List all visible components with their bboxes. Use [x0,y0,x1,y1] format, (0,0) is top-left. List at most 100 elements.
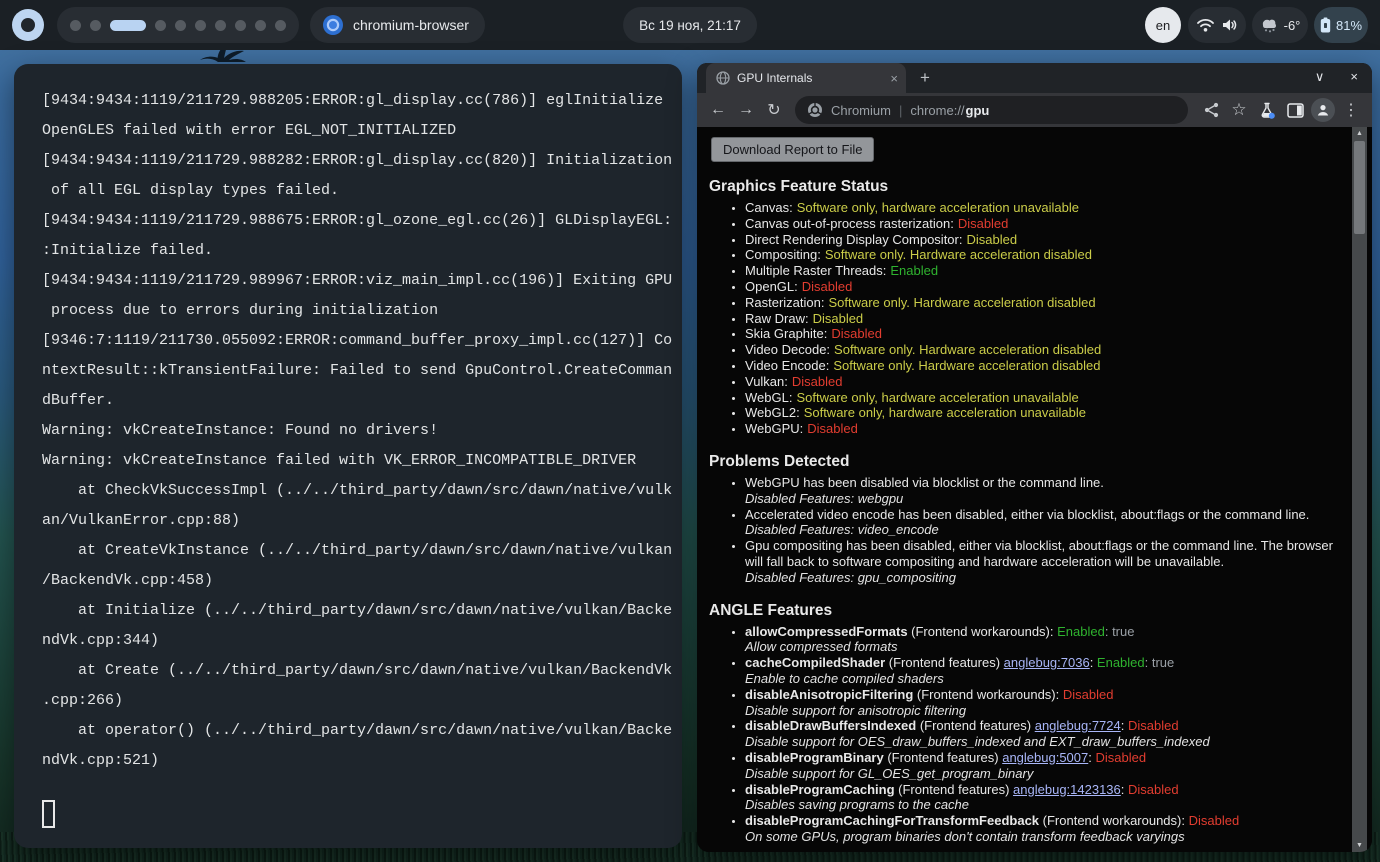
angle-feature-name: disableProgramCachingForTransformFeedbac… [745,813,1039,828]
flask-icon [1259,102,1276,119]
angle-feature-meta: (Frontend workarounds): [913,687,1063,702]
feature-value: Disabled [792,374,843,389]
experiments-button[interactable] [1254,102,1280,119]
angle-feature-status: Disabled [1063,687,1114,702]
angle-feature-item: cacheCompiledShader (Frontend features) … [745,655,1344,687]
feature-label: Vulkan: [745,374,788,389]
feature-value: Software only, hardware acceleration una… [797,200,1079,215]
share-button[interactable] [1198,102,1224,118]
clock-label: Вс 19 ноя, 21:17 [639,18,741,33]
language-indicator[interactable]: en [1145,7,1181,43]
workspace-dot[interactable] [275,20,286,31]
angle-features-list: allowCompressedFormats (Frontend workaro… [709,624,1344,845]
angle-feature-status: Enabled [1057,624,1105,639]
terminal-line: [9346:7:1119/211730.055092:ERROR:command… [42,326,682,356]
feature-value: Disabled [966,232,1017,247]
tab-gpu-internals[interactable]: GPU Internals × [706,63,906,93]
feature-value: Enabled [890,263,938,278]
terminal-line: [9434:9434:1119/211729.988205:ERROR:gl_d… [42,86,682,116]
feature-value: Software only. Hardware acceleration dis… [828,295,1095,310]
chromium-icon [322,14,344,36]
taskbar-app-label: chromium-browser [353,17,469,33]
feature-label: WebGL: [745,390,792,405]
terminal-window: [9434:9434:1119/211729.988205:ERROR:gl_d… [14,64,682,848]
scrollbar[interactable]: ▲ ▼ [1352,127,1367,852]
workspace-dot[interactable] [255,20,266,31]
site-info-chromium-icon[interactable] [807,102,823,118]
tab-close-button[interactable]: × [890,71,898,86]
browser-menu-button[interactable]: ⋮ [1338,100,1364,120]
scrollbar-thumb[interactable] [1354,141,1365,234]
angle-feature-description: Disable support for anisotropic filterin… [745,703,1344,719]
browser-toolbar: ← → ↻ Chromium | chrome:// gpu ☆ [697,93,1372,127]
angle-feature-item: disableDrawBuffersIndexed (Frontend feat… [745,718,1344,750]
new-tab-button[interactable]: + [920,68,930,88]
feature-value: Software only. Hardware acceleration dis… [834,342,1101,357]
feature-status-item: WebGL: Software only, hardware accelerati… [745,390,1344,406]
window-chevron-button[interactable]: ∨ [1315,69,1325,85]
angle-feature-meta: (Frontend features) [884,750,1003,765]
terminal-line: at CheckVkSuccessImpl (../../third_party… [42,476,682,506]
weather-widget[interactable]: -6° [1252,7,1308,43]
workspace-dot[interactable] [155,20,166,31]
angle-feature-name: disableProgramCaching [745,782,895,797]
launcher-icon [21,18,35,32]
workspace-dot[interactable] [110,20,146,31]
anglebug-link[interactable]: anglebug:5007 [1002,750,1088,765]
problem-disabled-features: Disabled Features: webgpu [745,491,1344,507]
feature-status-item: Vulkan: Disabled [745,374,1344,390]
anglebug-link[interactable]: anglebug:7036 [1004,655,1090,670]
feature-value: Software only, hardware acceleration una… [796,390,1078,405]
battery-widget[interactable]: 81% [1314,7,1368,43]
feature-status-item: Multiple Raster Threads:Enabled [745,263,1344,279]
feature-status-item: OpenGL:Disabled [745,279,1344,295]
avatar [1311,98,1335,122]
browser-window: GPU Internals × + ∨ × ← → ↻ Chromium | c… [697,63,1372,852]
problem-disabled-features: Disabled Features: video_encode [745,522,1344,538]
workspace-dot[interactable] [70,20,81,31]
angle-feature-description: Allow compressed formats [745,639,1344,655]
profile-button[interactable] [1310,98,1336,122]
angle-feature-name: disableDrawBuffersIndexed [745,718,916,733]
clock-button[interactable]: Вс 19 ноя, 21:17 [623,7,757,43]
feature-status-item: WebGL2:Software only, hardware accelerat… [745,405,1344,421]
terminal-line: dBuffer. [42,386,682,416]
taskbar-app-chromium[interactable]: chromium-browser [310,7,485,43]
scroll-down-arrow[interactable]: ▼ [1356,841,1363,851]
angle-feature-name: disableProgramBinary [745,750,884,765]
workspace-dot[interactable] [235,20,246,31]
back-button[interactable]: ← [705,101,731,119]
section-title-angle-features: ANGLE Features [709,601,1344,620]
workspace-dot[interactable] [90,20,101,31]
angle-feature-item: disableProgramCachingForTransformFeedbac… [745,813,1344,845]
anglebug-link[interactable]: anglebug:7724 [1035,718,1121,733]
reload-button[interactable]: ↻ [761,100,787,120]
omnibox[interactable]: Chromium | chrome:// gpu [795,96,1188,124]
anglebug-link[interactable]: anglebug:1423136 [1013,782,1121,797]
problem-item: Accelerated video encode has been disabl… [745,507,1344,539]
angle-feature-meta: (Frontend features) [916,718,1035,733]
problems-list: WebGPU has been disabled via blocklist o… [709,475,1344,586]
taskbar: chromium-browser Вс 19 ноя, 21:17 en -6° [0,0,1380,50]
scroll-up-arrow[interactable]: ▲ [1356,129,1363,139]
feature-label: Raw Draw: [745,311,809,326]
section-title-graphics-feature-status: Graphics Feature Status [709,177,1344,196]
workspace-dot[interactable] [215,20,226,31]
window-close-button[interactable]: × [1350,69,1358,85]
feature-status-item: WebGPU:Disabled [745,421,1344,437]
forward-button[interactable]: → [733,101,759,119]
download-report-button[interactable]: Download Report to File [711,137,874,162]
workspace-dot[interactable] [175,20,186,31]
launcher-button[interactable] [12,9,44,41]
feature-status-list: Canvas:Software only, hardware accelerat… [709,200,1344,437]
feature-value: Disabled [802,279,853,294]
quick-settings-button[interactable] [1188,7,1246,43]
workspace-dot[interactable] [195,20,206,31]
disabled-feature-name: video_encode [858,522,939,537]
side-panel-button[interactable] [1282,103,1308,118]
language-label: en [1156,18,1170,33]
angle-feature-description: Disables saving programs to the cache [745,797,1344,813]
bookmark-star-button[interactable]: ☆ [1226,100,1252,120]
terminal-line: [9434:9434:1119/211729.989967:ERROR:viz_… [42,266,682,296]
angle-feature-description: Enable to cache compiled shaders [745,671,1344,687]
